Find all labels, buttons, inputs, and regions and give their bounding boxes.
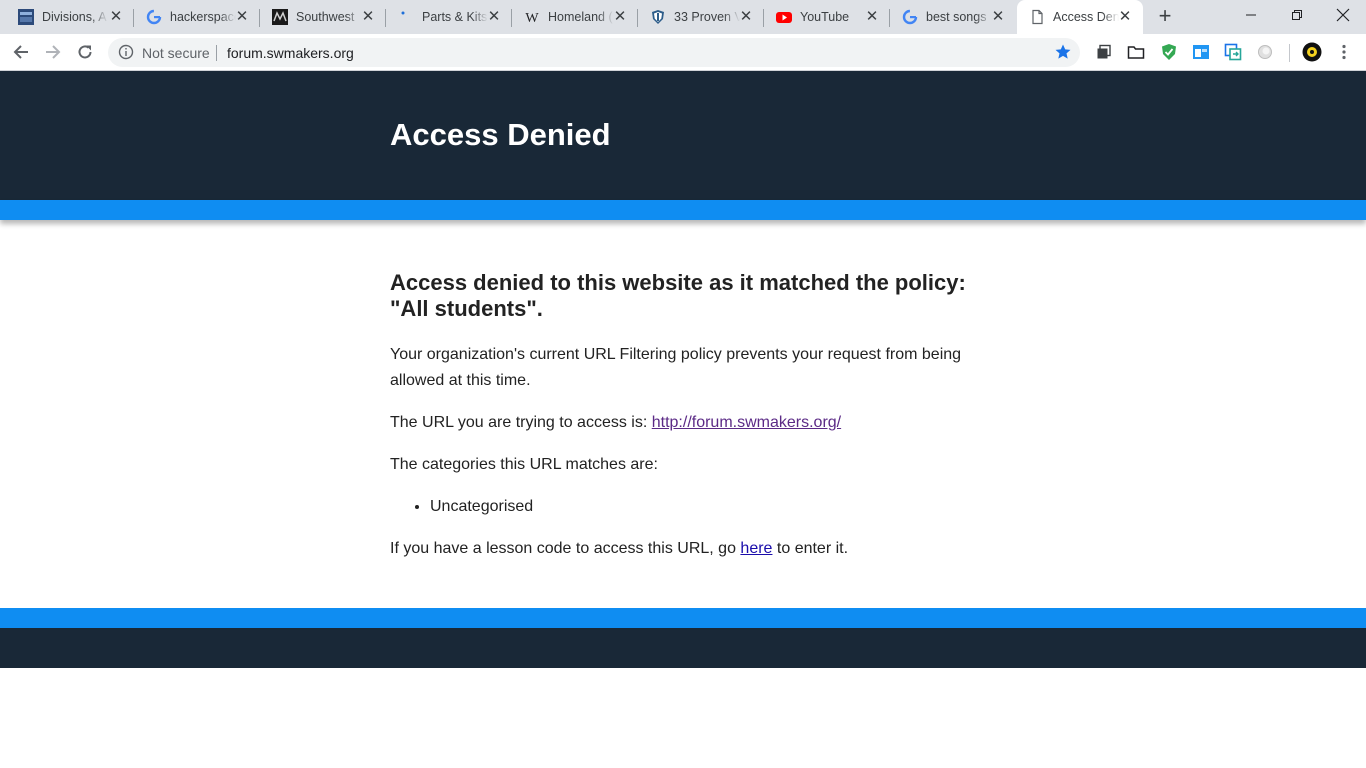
- youtube-favicon-icon: [776, 9, 792, 25]
- extension-window-icon[interactable]: [1191, 42, 1211, 62]
- browser-tab-strip: Divisions, A ✕ hackerspace ✕ Southwest ✕…: [0, 0, 1366, 34]
- blocked-url-link[interactable]: http://forum.swmakers.org/: [652, 414, 841, 431]
- tab-title: YouTube: [800, 10, 850, 24]
- tab-southwest[interactable]: Southwest ✕: [260, 0, 386, 34]
- tab-33-proven[interactable]: 33 Proven V ✕: [638, 0, 764, 34]
- tab-title: hackerspace: [170, 10, 236, 24]
- tab-close-icon[interactable]: ✕: [864, 9, 880, 25]
- tab-title: Homeland (: [548, 10, 613, 24]
- reload-icon: [78, 45, 92, 59]
- tab-close-icon[interactable]: ✕: [738, 9, 754, 25]
- extension-copy-icon[interactable]: [1094, 42, 1114, 62]
- lesson-paragraph: If you have a lesson code to access this…: [390, 536, 980, 562]
- tab-close-icon[interactable]: ✕: [486, 9, 502, 25]
- reload-button[interactable]: [71, 38, 99, 66]
- arrow-left-icon: [13, 45, 28, 59]
- lesson-suffix: to enter it.: [772, 540, 849, 557]
- minimize-button[interactable]: [1228, 0, 1274, 30]
- tab-close-icon[interactable]: ✕: [1117, 9, 1133, 25]
- tab-parts-kits[interactable]: Parts & Kits ✕: [386, 0, 512, 34]
- back-button[interactable]: [7, 38, 35, 66]
- denial-message: Access denied to this website as it matc…: [390, 270, 980, 578]
- forward-button[interactable]: [39, 38, 67, 66]
- profile-avatar[interactable]: [1302, 42, 1322, 62]
- close-window-button[interactable]: [1320, 0, 1366, 30]
- arrow-right-icon: [46, 45, 61, 59]
- footer-accent-stripe: [0, 608, 1366, 628]
- new-tab-button[interactable]: +: [1153, 5, 1177, 29]
- parts-kits-favicon-icon: [398, 9, 414, 25]
- restore-icon: [1292, 10, 1302, 20]
- tab-title: Access Den: [1053, 10, 1119, 24]
- extension-folder-icon[interactable]: [1126, 42, 1146, 62]
- divisions-favicon-icon: [18, 9, 34, 25]
- tab-close-icon[interactable]: ✕: [108, 9, 124, 25]
- shield-favicon-icon: [650, 9, 666, 25]
- list-item: Uncategorised: [430, 494, 980, 520]
- restore-button[interactable]: [1274, 0, 1320, 30]
- tab-hackerspace[interactable]: hackerspace ✕: [134, 0, 260, 34]
- page-footer: [0, 628, 1366, 668]
- toolbar-separator: [1289, 44, 1290, 62]
- lesson-code-link[interactable]: here: [740, 540, 772, 557]
- tab-divisions[interactable]: Divisions, A ✕: [0, 0, 134, 34]
- policy-paragraph: Your organization's current URL Filterin…: [390, 346, 962, 389]
- address-bar[interactable]: Not secure forum.swmakers.org: [108, 38, 1080, 67]
- browser-toolbar: Not secure forum.swmakers.org: [0, 34, 1366, 71]
- tab-close-icon[interactable]: ✕: [990, 9, 1006, 25]
- tab-homeland[interactable]: W Homeland ( ✕: [512, 0, 638, 34]
- close-icon: [1336, 8, 1350, 22]
- google-favicon-icon: [902, 9, 918, 25]
- info-icon[interactable]: [118, 44, 134, 60]
- svg-text:W: W: [525, 11, 539, 25]
- page-title: Access Denied: [390, 117, 611, 152]
- wikipedia-favicon-icon: W: [524, 9, 540, 25]
- tab-close-icon[interactable]: ✕: [234, 9, 250, 25]
- address-divider: [216, 45, 217, 61]
- tab-title: Southwest: [296, 10, 355, 24]
- southwest-makers-favicon-icon: [272, 9, 288, 25]
- tab-access-denied[interactable]: Access Den ✕: [1017, 0, 1143, 34]
- tab-title: 33 Proven V: [674, 10, 740, 24]
- extension-shield-check-icon[interactable]: [1159, 42, 1179, 62]
- minimize-icon: [1246, 14, 1256, 16]
- tab-youtube[interactable]: YouTube ✕: [764, 0, 890, 34]
- denial-heading: Access denied to this website as it matc…: [390, 270, 966, 321]
- more-vertical-icon: [1342, 44, 1346, 60]
- lesson-prefix: If you have a lesson code to access this…: [390, 540, 741, 557]
- tab-best-songs[interactable]: best songs ✕: [890, 0, 1016, 34]
- page-header: Access Denied: [0, 71, 1366, 200]
- header-accent-stripe: [0, 200, 1366, 220]
- google-favicon-icon: [146, 9, 162, 25]
- bookmark-star-icon[interactable]: [1054, 43, 1072, 61]
- tab-title: Parts & Kits: [422, 10, 488, 24]
- tab-close-icon[interactable]: ✕: [612, 9, 628, 25]
- tab-title: best songs: [926, 10, 987, 24]
- url-label: The URL you are trying to access is:: [390, 414, 652, 431]
- extension-cast-icon[interactable]: [1223, 42, 1243, 62]
- categories-list: Uncategorised: [430, 494, 980, 520]
- extension-circle-icon[interactable]: [1255, 42, 1275, 62]
- page-favicon-icon: [1029, 9, 1045, 25]
- tab-close-icon[interactable]: ✕: [360, 9, 376, 25]
- security-label[interactable]: Not secure: [142, 45, 210, 61]
- categories-intro: The categories this URL matches are:: [390, 456, 658, 473]
- browser-menu-button[interactable]: [1334, 42, 1354, 62]
- url-paragraph: The URL you are trying to access is: htt…: [390, 410, 980, 436]
- tab-title: Divisions, A: [42, 10, 107, 24]
- url-text[interactable]: forum.swmakers.org: [227, 45, 354, 61]
